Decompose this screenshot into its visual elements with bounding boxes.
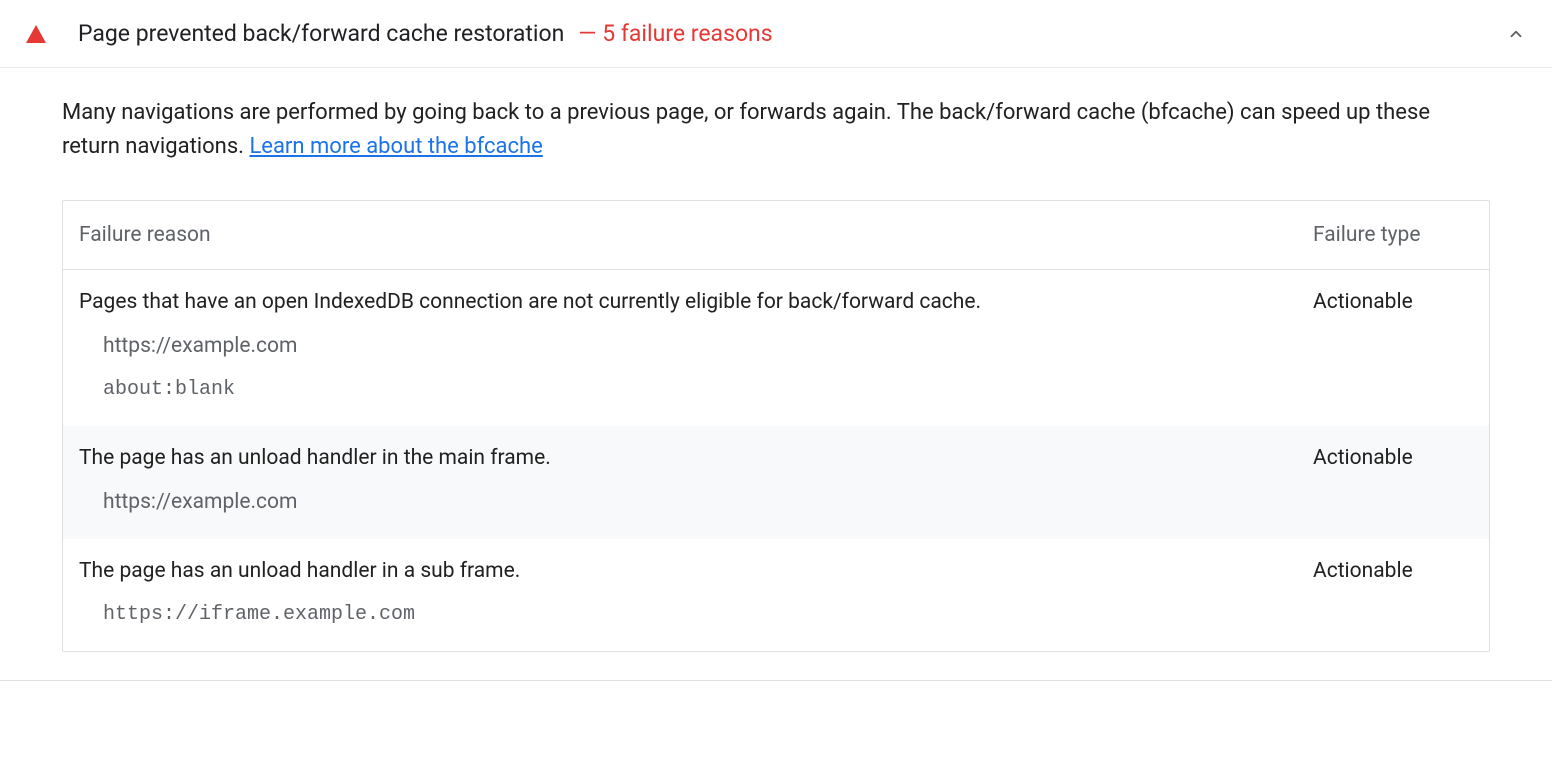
panel-title: Page prevented back/forward cache restor… (78, 20, 564, 47)
table-row: The page has an unload handler in a sub … (63, 539, 1489, 651)
bfcache-audit-panel: Page prevented back/forward cache restor… (0, 0, 1552, 681)
table-header: Failure reason Failure type (63, 201, 1489, 270)
failure-type: Actionable (1313, 559, 1473, 583)
failure-urls: https://iframe.example.com (79, 601, 1473, 629)
failure-url: https://example.com (103, 332, 1473, 361)
column-header-reason: Failure reason (79, 223, 1313, 247)
table-row-head: Pages that have an open IndexedDB connec… (79, 290, 1473, 314)
failure-reason: Pages that have an open IndexedDB connec… (79, 290, 1313, 314)
failure-url: https://iframe.example.com (103, 601, 1473, 629)
failure-table: Failure reason Failure type Pages that h… (62, 200, 1490, 652)
failure-url: about:blank (103, 376, 1473, 404)
failure-type: Actionable (1313, 290, 1473, 314)
panel-header[interactable]: Page prevented back/forward cache restor… (0, 0, 1552, 68)
table-row-head: The page has an unload handler in a sub … (79, 559, 1473, 583)
failure-urls: https://example.com (79, 488, 1473, 517)
table-row-head: The page has an unload handler in the ma… (79, 446, 1473, 470)
failure-url: https://example.com (103, 488, 1473, 517)
failure-reason: The page has an unload handler in a sub … (79, 559, 1313, 583)
chevron-up-icon[interactable] (1506, 24, 1526, 44)
table-row: Pages that have an open IndexedDB connec… (63, 270, 1489, 425)
separator-dash: — (578, 20, 596, 47)
failure-reason: The page has an unload handler in the ma… (79, 446, 1313, 470)
warning-triangle-icon (26, 25, 46, 43)
column-header-type: Failure type (1313, 223, 1473, 247)
failure-type: Actionable (1313, 446, 1473, 470)
table-body: Pages that have an open IndexedDB connec… (63, 270, 1489, 651)
learn-more-link[interactable]: Learn more about the bfcache (249, 134, 542, 159)
failure-count-label: 5 failure reasons (602, 20, 772, 47)
panel-body: Many navigations are performed by going … (0, 68, 1552, 680)
failure-urls: https://example.com about:blank (79, 332, 1473, 403)
table-row: The page has an unload handler in the ma… (63, 426, 1489, 539)
panel-description: Many navigations are performed by going … (62, 96, 1490, 164)
